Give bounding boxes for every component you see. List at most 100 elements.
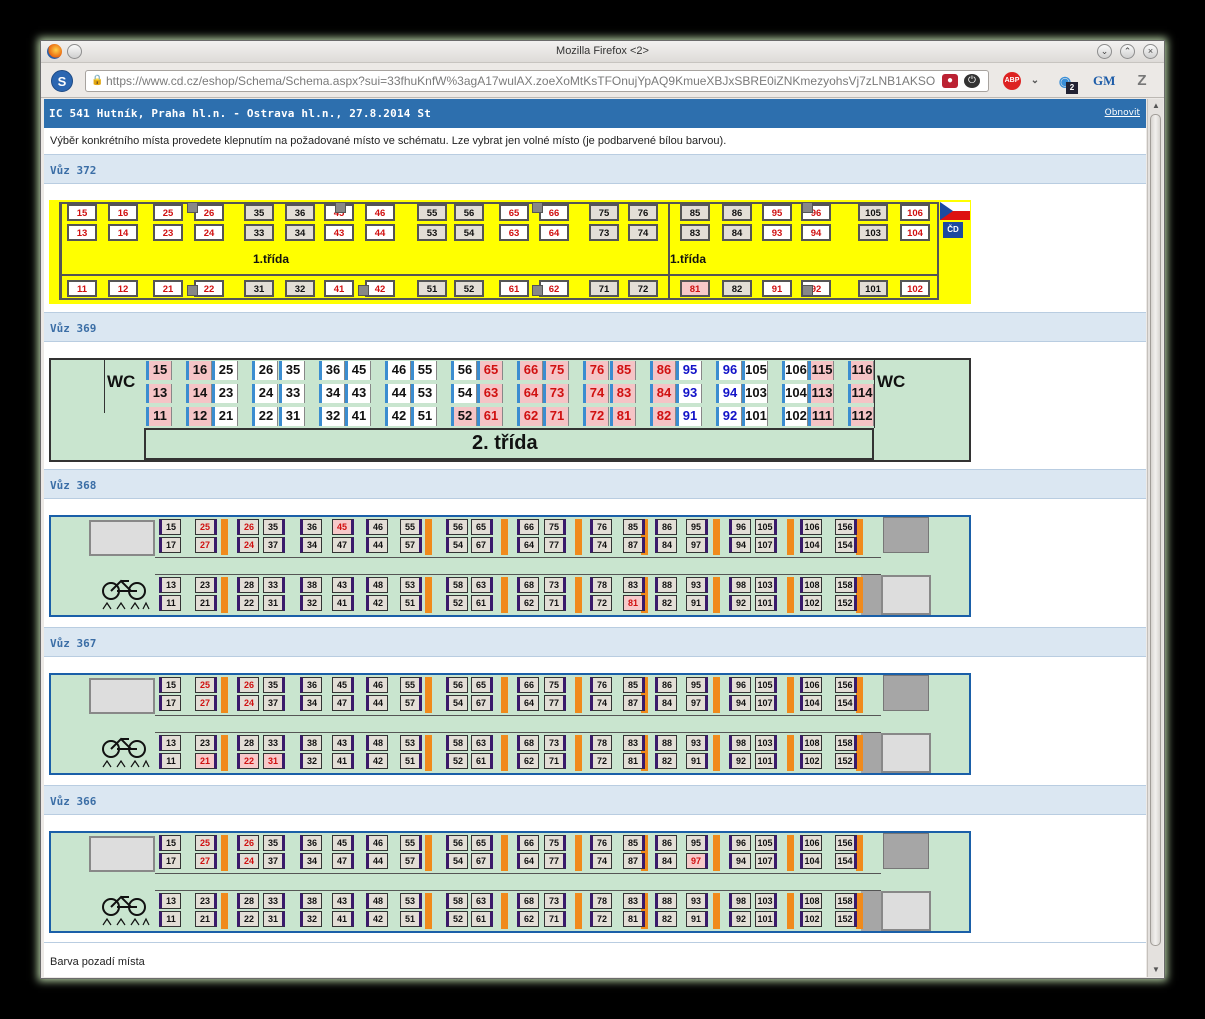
seat-15[interactable]: 15 <box>146 361 172 380</box>
seat-51[interactable]: 51 <box>400 911 422 927</box>
seat-65[interactable]: 65 <box>471 835 493 851</box>
seat-24[interactable]: 24 <box>237 853 259 869</box>
seat-92[interactable]: 92 <box>729 753 751 769</box>
seat-13[interactable]: 13 <box>159 893 181 909</box>
seat-108[interactable]: 108 <box>800 735 822 751</box>
seat-107[interactable]: 107 <box>755 695 777 711</box>
seat-72[interactable]: 72 <box>583 407 609 426</box>
seat-51[interactable]: 51 <box>417 280 447 297</box>
seat-35[interactable]: 35 <box>244 204 274 221</box>
seat-84[interactable]: 84 <box>722 224 752 241</box>
seat-26[interactable]: 26 <box>237 519 259 535</box>
seat-44[interactable]: 44 <box>366 695 388 711</box>
seat-101[interactable]: 101 <box>742 407 768 426</box>
seat-74[interactable]: 74 <box>590 695 612 711</box>
seat-93[interactable]: 93 <box>686 893 708 909</box>
seat-58[interactable]: 58 <box>446 893 468 909</box>
seat-92[interactable]: 92 <box>716 407 742 426</box>
seat-93[interactable]: 93 <box>686 577 708 593</box>
seat-22[interactable]: 22 <box>237 595 259 611</box>
seat-25[interactable]: 25 <box>195 519 217 535</box>
seat-74[interactable]: 74 <box>590 537 612 553</box>
seat-156[interactable]: 156 <box>835 519 857 535</box>
seat-57[interactable]: 57 <box>400 853 422 869</box>
seat-81[interactable]: 81 <box>623 595 645 611</box>
seat-96[interactable]: 96 <box>716 361 742 380</box>
seat-14[interactable]: 14 <box>108 224 138 241</box>
vertical-scrollbar[interactable]: ▲ ▼ <box>1147 99 1163 977</box>
seat-65[interactable]: 65 <box>471 519 493 535</box>
seat-105[interactable]: 105 <box>755 677 777 693</box>
seat-13[interactable]: 13 <box>146 384 172 403</box>
seat-15[interactable]: 15 <box>159 677 181 693</box>
seat-17[interactable]: 17 <box>159 853 181 869</box>
seat-34[interactable]: 34 <box>300 695 322 711</box>
seat-26[interactable]: 26 <box>252 361 278 380</box>
seat-11[interactable]: 11 <box>159 911 181 927</box>
seat-32[interactable]: 32 <box>300 911 322 927</box>
scroll-up-icon[interactable]: ▲ <box>1151 101 1161 111</box>
seat-33[interactable]: 33 <box>263 735 285 751</box>
seat-54[interactable]: 54 <box>454 224 484 241</box>
seat-22[interactable]: 22 <box>237 753 259 769</box>
seat-52[interactable]: 52 <box>446 753 468 769</box>
seat-55[interactable]: 55 <box>400 519 422 535</box>
seat-58[interactable]: 58 <box>446 577 468 593</box>
seat-35[interactable]: 35 <box>279 361 305 380</box>
seat-15[interactable]: 15 <box>67 204 97 221</box>
seat-31[interactable]: 31 <box>244 280 274 297</box>
seat-104[interactable]: 104 <box>900 224 930 241</box>
seat-12[interactable]: 12 <box>108 280 138 297</box>
seat-85[interactable]: 85 <box>610 361 636 380</box>
seat-86[interactable]: 86 <box>655 835 677 851</box>
seat-72[interactable]: 72 <box>628 280 658 297</box>
seat-21[interactable]: 21 <box>212 407 238 426</box>
seat-94[interactable]: 94 <box>801 224 831 241</box>
seat-46[interactable]: 46 <box>366 677 388 693</box>
seat-14[interactable]: 14 <box>186 384 212 403</box>
seat-73[interactable]: 73 <box>544 735 566 751</box>
seat-38[interactable]: 38 <box>300 735 322 751</box>
seat-86[interactable]: 86 <box>655 519 677 535</box>
seat-158[interactable]: 158 <box>835 893 857 909</box>
seat-52[interactable]: 52 <box>446 911 468 927</box>
seat-41[interactable]: 41 <box>324 280 354 297</box>
seat-11[interactable]: 11 <box>146 407 172 426</box>
seat-43[interactable]: 43 <box>324 224 354 241</box>
seat-97[interactable]: 97 <box>686 537 708 553</box>
seat-32[interactable]: 32 <box>300 595 322 611</box>
seat-32[interactable]: 32 <box>319 407 345 426</box>
seat-33[interactable]: 33 <box>263 577 285 593</box>
seat-63[interactable]: 63 <box>499 224 529 241</box>
seat-101[interactable]: 101 <box>755 911 777 927</box>
seat-12[interactable]: 12 <box>186 407 212 426</box>
seat-45[interactable]: 45 <box>332 677 354 693</box>
seat-36[interactable]: 36 <box>285 204 315 221</box>
seat-43[interactable]: 43 <box>332 577 354 593</box>
seat-71[interactable]: 71 <box>544 753 566 769</box>
seat-84[interactable]: 84 <box>655 853 677 869</box>
seat-91[interactable]: 91 <box>686 595 708 611</box>
seat-25[interactable]: 25 <box>212 361 238 380</box>
seat-55[interactable]: 55 <box>400 677 422 693</box>
seat-94[interactable]: 94 <box>729 695 751 711</box>
seat-76[interactable]: 76 <box>590 835 612 851</box>
seat-56[interactable]: 56 <box>454 204 484 221</box>
seat-104[interactable]: 104 <box>782 384 808 403</box>
seat-26[interactable]: 26 <box>194 204 224 221</box>
seat-82[interactable]: 82 <box>655 753 677 769</box>
seat-106[interactable]: 106 <box>800 835 822 851</box>
seat-105[interactable]: 105 <box>858 204 888 221</box>
seat-97[interactable]: 97 <box>686 695 708 711</box>
seat-102[interactable]: 102 <box>900 280 930 297</box>
seat-88[interactable]: 88 <box>655 735 677 751</box>
seat-101[interactable]: 101 <box>755 595 777 611</box>
seat-11[interactable]: 11 <box>159 595 181 611</box>
seat-81[interactable]: 81 <box>610 407 636 426</box>
seat-64[interactable]: 64 <box>539 224 569 241</box>
seat-52[interactable]: 52 <box>446 595 468 611</box>
seat-21[interactable]: 21 <box>195 753 217 769</box>
z-icon[interactable]: Z <box>1133 72 1151 90</box>
seat-73[interactable]: 73 <box>544 893 566 909</box>
seat-116[interactable]: 116 <box>848 361 874 380</box>
